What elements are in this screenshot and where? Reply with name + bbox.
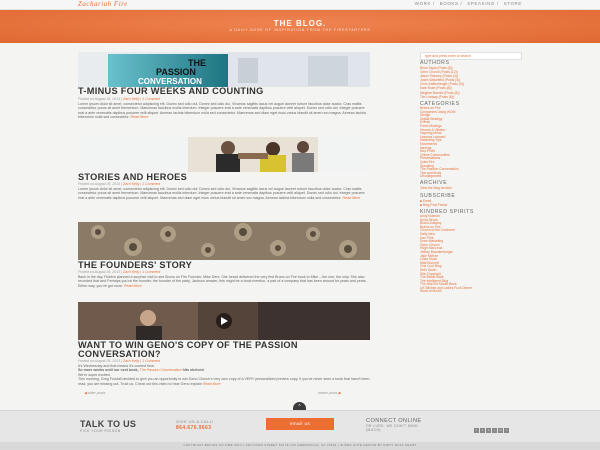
post-excerpt-text: Lorem ipsum dolor sit amet, consectetur … [78,187,365,200]
post-meta: Posted on August 26, 2013 | Zach Kelly |… [78,359,161,363]
post-excerpt-text: Back in the day, Robbin planned a surpri… [78,275,367,288]
main-nav: WORK / BOOKS / SPEAKING / STORE [414,1,522,6]
flickr-icon[interactable]: • [492,428,497,433]
post-excerpt: It's Wednesday and that means it's conte… [78,364,370,386]
nav-item-store[interactable]: STORE [504,1,522,6]
author-link[interactable]: Tim Lindsay (Posts (6)) [420,95,464,99]
subscribe-label: Blog Post Feeds [422,203,448,208]
read-more-link[interactable]: Read More [203,382,221,386]
footer-phone[interactable]: 864.676.9663 [176,425,211,431]
post-comments[interactable]: 1 Comment [142,97,160,101]
post-date: Posted on August 26, 2013 [78,359,121,363]
social-icons: f t v • in r [474,418,510,436]
post-line-text: So more weeks until our next book, [78,368,139,373]
copyright-bar: COPYRIGHT BRAINS ON FIRE 2013 | 148 RIVE… [0,442,600,450]
svg-text:PASSION: PASSION [156,67,196,77]
post-comments[interactable]: 1 Comment [142,359,160,363]
facebook-icon[interactable]: f [474,428,479,433]
nav-item-speaking[interactable]: SPEAKING [467,1,495,6]
archive-link[interactable]: View the Blog Archive [420,186,452,190]
nav-item-work[interactable]: WORK [415,1,431,6]
post-title[interactable]: WANT TO WIN GENO'S COPY OF THE PASSION C… [78,340,370,359]
post-image[interactable]: THE PASSION CONVERSATION [78,52,370,87]
post-comments[interactable]: 1 Comment [142,270,160,274]
vimeo-icon[interactable]: v [486,428,491,433]
authors-list: Brian Tapia (Posts (8)) Geno Church (Pos… [420,66,464,99]
post-author[interactable]: Zach Kelly [123,182,139,186]
post-excerpt-text: This morning, Greg Fondall decided to gi… [78,377,370,386]
read-more-link[interactable]: Read More [124,284,142,288]
older-posts-label: older posts [87,391,106,395]
post-title[interactable]: STORIES AND HEROES [78,172,370,182]
post-author[interactable]: Zach Kelly [123,270,139,274]
post-line-text: hits shelves! [182,368,205,373]
footer: TALK TO US PICK YOUR POISON GIVE US A CA… [0,410,600,442]
read-more-link[interactable]: Read More [343,196,361,200]
post-author[interactable]: Zach Kelly [123,97,139,101]
page-subtitle: A DAILY DOSE OF INSPIRATION FROM THE FIR… [229,28,371,32]
post-meta: Posted on August 26, 2013 | Zach Kelly |… [78,97,161,101]
post-date: Posted on August 26, 2013 [78,182,121,186]
post-excerpt-para: This morning, Greg Fondall decided to gi… [78,377,370,386]
top-bar: Zachariah Fire WORK / BOOKS / SPEAKING /… [0,0,600,10]
post-excerpt: Lorem ipsum dolor sit amet, consectetur … [78,102,370,120]
rss-icon: ■ [420,203,422,208]
categories-list: Brains on Fire Companies Using WOM Desig… [420,106,459,179]
arrow-right-icon: ▶ [338,391,342,395]
post-excerpt: Lorem ipsum dolor sit amet, consectetur … [78,187,370,200]
linkedin-icon[interactable]: in [498,428,503,433]
post-comments[interactable]: 1 Comment [142,182,160,186]
svg-text:CONVERSATION: CONVERSATION [138,77,202,86]
copyright-text: COPYRIGHT BRAINS ON FIRE 2013 | 148 RIVE… [183,443,417,447]
email-us-button[interactable]: email us [266,418,334,430]
post-meta: Posted on August 26, 2013 | Zach Kelly |… [78,270,161,274]
nav-item-books[interactable]: BOOKS [440,1,459,6]
rss-icon[interactable]: r [504,428,509,433]
footer-connect-subtitle-line: (MUCH) [366,428,381,432]
post-image[interactable] [78,137,370,172]
footer-talk-title: TALK TO US [80,419,137,429]
search-input[interactable]: type and press enter to search [420,52,522,60]
kindred-link[interactable]: Word of Mouth [420,290,472,294]
footer-connect-subtitle: OR LURK. WE DON'T MIND (MUCH) [366,424,418,432]
hero-banner: THE BLOG. A DAILY DOSE OF INSPIRATION FR… [0,10,600,43]
older-posts-link[interactable]: ◀ older posts [84,391,105,395]
post-image[interactable] [78,222,370,260]
arrow-left-icon: ◀ [84,391,87,395]
page-title: THE BLOG. [273,19,327,28]
twitter-icon[interactable]: t [480,428,485,433]
read-more-link[interactable]: Read More [131,115,149,119]
newer-posts-link[interactable]: newer posts ▶ [318,391,341,395]
category-link[interactable]: Uncategorized [420,175,459,179]
post-meta: Posted on August 26, 2013 | Zach Kelly |… [78,182,161,186]
subscribe-list: ■ Email ■ Blog Post Feeds [420,199,447,207]
post-author[interactable]: Zach Kelly [123,359,139,363]
post-title[interactable]: T-MINUS FOUR WEEKS AND COUNTING [78,86,370,96]
site-logo[interactable]: Zachariah Fire [78,0,128,8]
post-excerpt-text: Lorem ipsum dolor sit amet, consectetur … [78,102,366,120]
post-video-thumbnail[interactable] [78,302,370,340]
post-excerpt: Back in the day, Robbin planned a surpri… [78,275,370,288]
post-title[interactable]: THE FOUNDERS' STORY [78,260,370,270]
subscribe-feed[interactable]: ■ Blog Post Feeds [420,203,447,207]
book-link[interactable]: The Passion Conversation [140,368,182,372]
newer-posts-label: newer posts [318,391,338,395]
kindred-list: Andy Nulman Anna Sirvos Brand Autopsy Br… [420,214,472,294]
post-date: Posted on August 26, 2013 [78,270,121,274]
footer-talk-subtitle: PICK YOUR POISON [80,429,121,433]
post-date: Posted on August 26, 2013 [78,97,121,101]
footer-call-label: GIVE US A CALL! [176,419,214,424]
